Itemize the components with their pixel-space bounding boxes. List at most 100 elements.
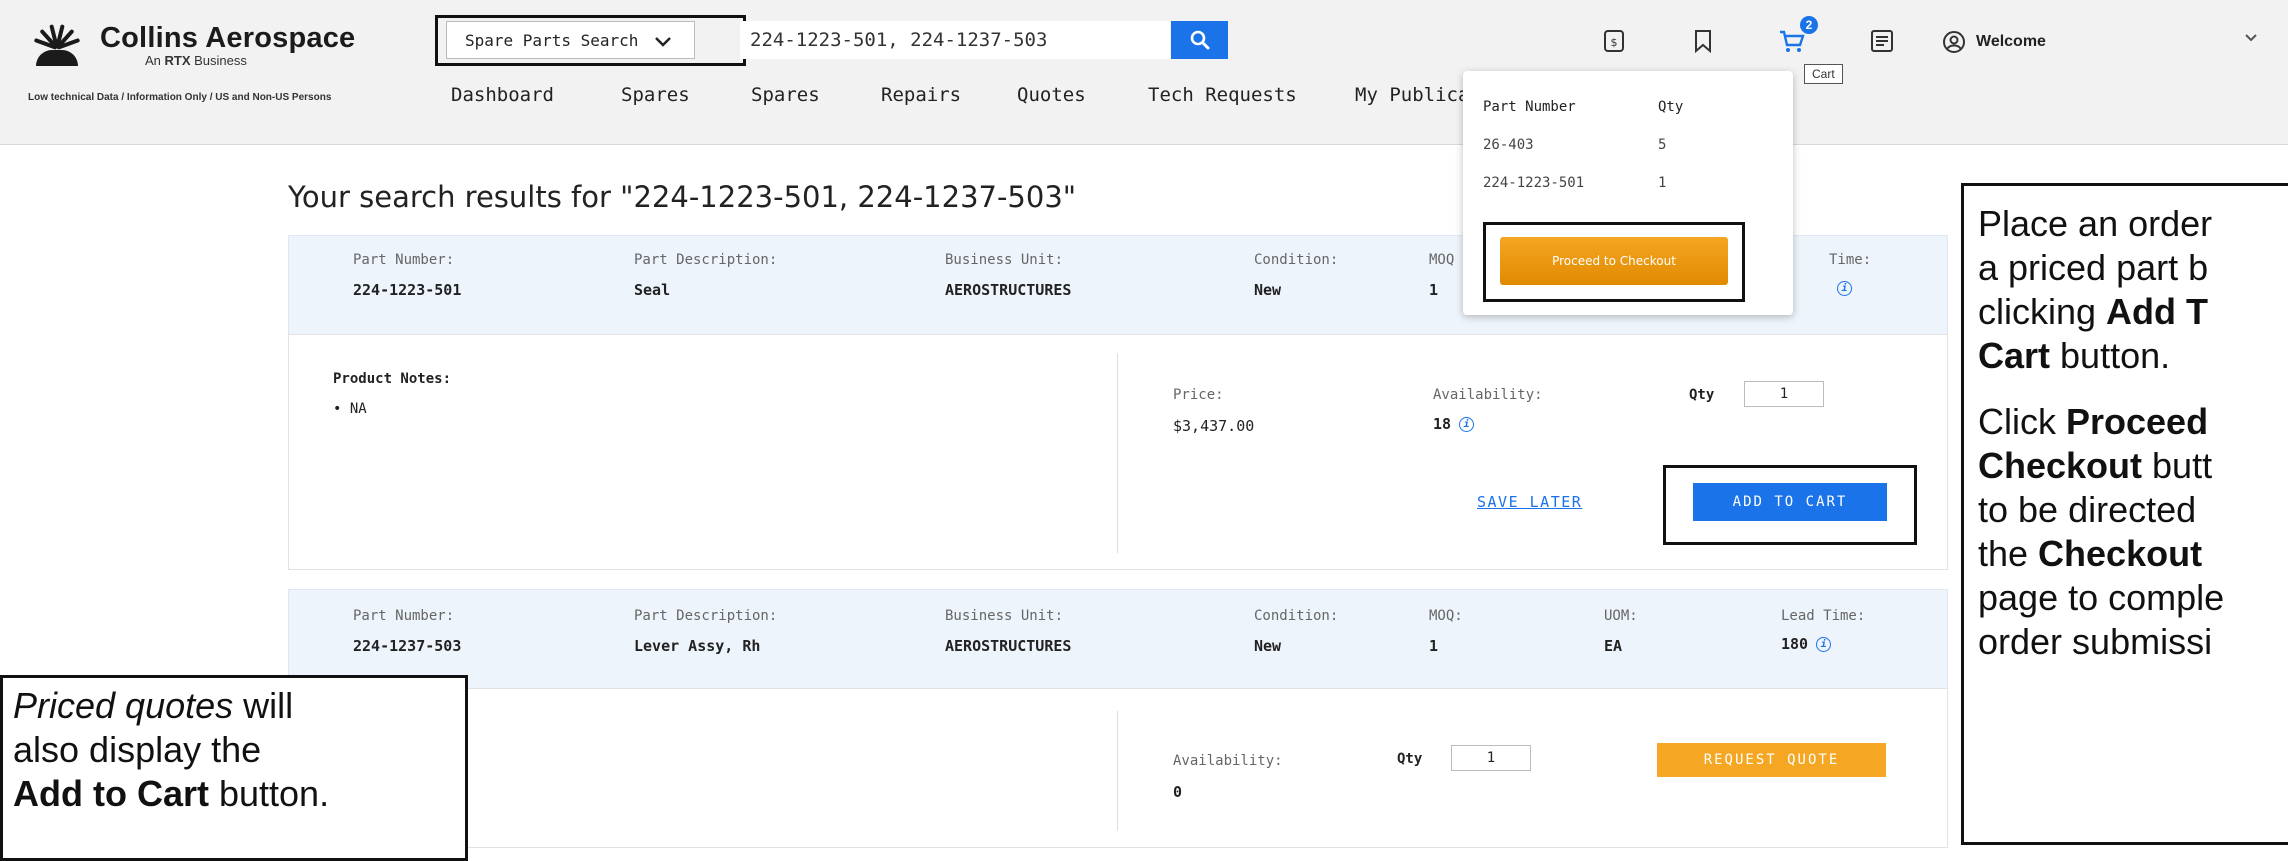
condition-value: New [1254, 281, 1282, 299]
price-label: Price: [1173, 387, 1224, 403]
part-number-label: Part Number: [353, 252, 455, 268]
divider [1117, 711, 1118, 831]
cart-item-part: 26-403 [1483, 137, 1534, 153]
cart-dropdown: Part Number Qty 26-403 5 224-1223-501 1 … [1463, 71, 1793, 315]
business-unit-label: Business Unit: [945, 608, 1064, 624]
uom-value: EA [1604, 637, 1623, 655]
chevron-down-icon[interactable] [2244, 30, 2258, 48]
user-icon [1943, 31, 1965, 53]
nav-quotes[interactable]: Quotes [1017, 84, 1086, 106]
lead-time-label: Time: [1829, 252, 1872, 268]
callout-line: order submissi [1978, 621, 2213, 662]
availability-label: Availability: [1433, 387, 1543, 403]
availability-label: Availability: [1173, 753, 1283, 769]
brand-subtitle: An RTX Business [145, 53, 247, 68]
cart-tooltip: Cart [1804, 64, 1843, 84]
nav-my-publications[interactable]: My Publica [1355, 84, 1469, 106]
part-number-label: Part Number: [353, 608, 455, 624]
callout-line: a priced part b [1978, 247, 2209, 288]
svg-text:$: $ [1611, 36, 1618, 49]
part-number-value: 224-1223-501 [353, 281, 462, 299]
info-icon[interactable]: i [1816, 637, 1832, 652]
search-type-select[interactable]: Spare Parts Search [446, 21, 695, 59]
instruction-callout-right: Place an order a priced part b clicking … [1961, 183, 2288, 845]
product-notes-title: Product Notes: [333, 371, 452, 387]
nav-repairs[interactable]: Repairs [881, 84, 961, 106]
search-icon [1190, 30, 1209, 50]
welcome-menu[interactable]: Welcome [1942, 30, 2046, 54]
description-value: Seal [634, 281, 671, 299]
description-value: Lever Assy, Rh [634, 637, 761, 655]
nav-spares[interactable]: Spares [621, 84, 690, 106]
callout-line: page to comple [1978, 577, 2225, 618]
divider [1117, 353, 1118, 553]
uom-label: UOM: [1604, 608, 1638, 624]
callout-line: the Checkout [1978, 533, 2203, 574]
info-icon[interactable]: i [1837, 281, 1852, 296]
moq-value: 1 [1429, 281, 1439, 299]
nav-tech-requests[interactable]: Tech Requests [1148, 84, 1297, 106]
search-input[interactable]: 224-1223-501, 224-1237-503 [740, 21, 1170, 59]
condition-label: Condition: [1254, 252, 1339, 268]
business-unit-label: Business Unit: [945, 252, 1064, 268]
lead-time-value: 180 i [1781, 635, 1832, 653]
info-icon[interactable]: i [1459, 417, 1475, 432]
request-quote-button[interactable]: REQUEST QUOTE [1657, 743, 1886, 777]
sunburst-logo-icon [28, 22, 86, 68]
search-results-title: Your search results for "224-1223-501, 2… [288, 180, 1077, 214]
search-type-value: Spare Parts Search [465, 30, 639, 50]
collins-logo[interactable]: Collins Aerospace An RTX Business [28, 22, 355, 68]
chevron-down-icon [654, 32, 672, 53]
condition-label: Condition: [1254, 608, 1339, 624]
add-to-cart-button[interactable]: ADD TO CART [1693, 483, 1887, 521]
callout-line: Priced quotes will [13, 685, 294, 726]
callout-line: clicking Add T [1978, 291, 2209, 332]
qty-input[interactable]: 1 [1451, 745, 1531, 771]
cart-col-qty: Qty [1658, 99, 1684, 115]
cart-item-part: 224-1223-501 [1483, 175, 1585, 191]
lead-time-label: Lead Time: [1781, 608, 1866, 624]
result-row-header-2: Part Number: 224-1237-503 Part Descripti… [288, 589, 1948, 689]
qty-input[interactable]: 1 [1744, 381, 1824, 407]
qty-label: Qty [1689, 387, 1715, 403]
callout-line: Cart button. [1978, 335, 2171, 376]
product-notes-item: • NA [333, 401, 367, 417]
instruction-callout-left: Priced quotes will also display the Add … [0, 675, 468, 861]
bookmark-icon[interactable] [1690, 28, 1716, 54]
callout-line: Place an order [1978, 203, 2213, 244]
search-button[interactable] [1171, 21, 1228, 59]
description-label: Part Description: [634, 252, 778, 268]
callout-line: Checkout butt [1978, 445, 2213, 486]
top-header: Collins Aerospace An RTX Business Low te… [0, 0, 2288, 145]
condition-value: New [1254, 637, 1282, 655]
welcome-label: Welcome [1976, 33, 2046, 50]
callout-line: Click Proceed [1978, 401, 2209, 442]
cart-icon[interactable] [1778, 28, 1805, 54]
result-detail-1: Product Notes: • NA Price: $3,437.00 Ava… [288, 334, 1948, 570]
availability-value: 18 i [1433, 415, 1475, 433]
description-label: Part Description: [634, 608, 778, 624]
moq-value: 1 [1429, 637, 1439, 655]
list-icon[interactable] [1869, 28, 1895, 54]
lead-time-value: i [1829, 279, 1852, 297]
result-detail-2: Availability: 0 Qty 1 REQUEST QUOTE [288, 688, 1948, 848]
price-value: $3,437.00 [1173, 417, 1255, 435]
save-later-link[interactable]: SAVE LATER [1477, 493, 1582, 511]
part-number-value: 224-1237-503 [353, 637, 462, 655]
callout-line: also display the [13, 729, 262, 770]
cart-item-qty: 5 [1658, 137, 1667, 153]
nav-dashboard[interactable]: Dashboard [451, 84, 554, 106]
moq-label: MOQ [1429, 252, 1455, 268]
nav-spares-2[interactable]: Spares [751, 84, 820, 106]
availability-value: 0 [1173, 783, 1183, 801]
business-unit-value: AEROSTRUCTURES [945, 281, 1072, 299]
moq-label: MOQ: [1429, 608, 1463, 624]
cart-item-qty: 1 [1658, 175, 1667, 191]
cart-count-badge: 2 [1800, 16, 1818, 34]
callout-line: to be directed [1978, 489, 2197, 530]
business-unit-value: AEROSTRUCTURES [945, 637, 1072, 655]
proceed-to-checkout-button[interactable]: Proceed to Checkout [1500, 237, 1728, 285]
qty-label: Qty [1397, 751, 1423, 767]
cart-col-part-number: Part Number [1483, 99, 1576, 115]
document-icon[interactable]: $ [1601, 28, 1627, 54]
